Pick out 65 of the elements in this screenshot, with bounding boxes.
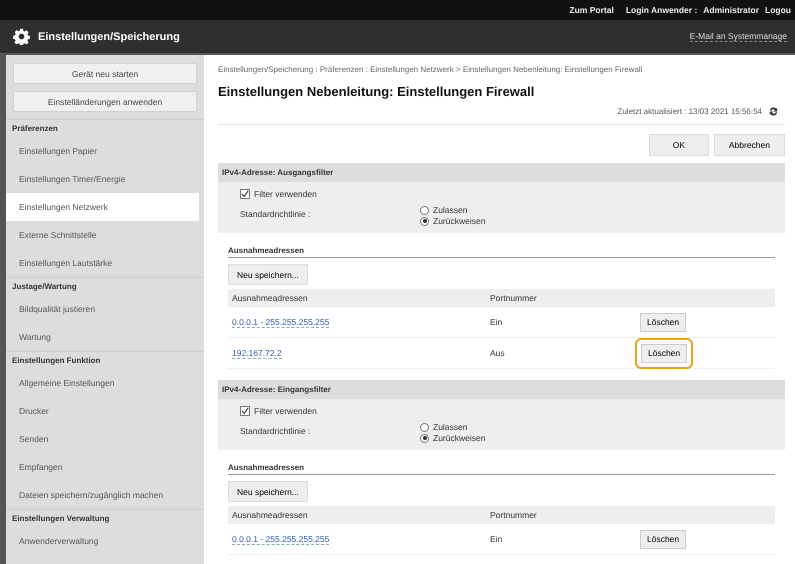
sidebar-item[interactable]: Senden xyxy=(6,425,175,453)
page-title: Einstellungen Nebenleitung: Einstellungen Firewall xyxy=(218,84,536,99)
sidebar-item[interactable]: Drucker xyxy=(6,397,175,425)
column-header: Ausnahmeadressen xyxy=(231,293,309,303)
sidebar-item[interactable]: Allgemeine Einstellungen xyxy=(6,369,175,397)
sidebar-item[interactable]: Einstellungen Netzwerk xyxy=(6,193,199,221)
table-cell-text: Aus xyxy=(490,348,506,358)
action-button[interactable]: OK xyxy=(648,134,709,156)
breadcrumb: Einstellungen/Speicherung : Präferenzen : Einstellungen Netzwerk > Einstellungen Nebenleitung: Einstellungen Firewall xyxy=(218,65,644,74)
address-link[interactable]: 0.0.0.1 - 255.255.255.255 xyxy=(232,317,330,328)
user-name: Administrator xyxy=(703,5,760,15)
email-link[interactable]: E-Mail an Systemmanage xyxy=(690,31,787,42)
radio-label: Zurückweisen xyxy=(433,433,486,443)
portal-link[interactable]: Zum Portal xyxy=(569,5,614,15)
radio-button[interactable] xyxy=(420,216,429,226)
table-cell-text: Ein xyxy=(490,317,504,327)
logout-link[interactable]: Logou xyxy=(765,5,791,15)
radio-label: Zulassen xyxy=(433,205,468,215)
refresh-icon[interactable] xyxy=(768,106,779,117)
gear-icon xyxy=(13,28,30,45)
sidebar-item[interactable]: Anwenderverwaltung xyxy=(6,527,175,555)
sidebar-item[interactable]: Einstellungen Papier xyxy=(6,137,175,165)
subsection-heading: Ausnahmeadressen xyxy=(228,246,775,258)
section-header: IPv4-Adresse: Ausgangsfilter xyxy=(218,163,785,182)
delete-button[interactable]: Löschen xyxy=(640,312,686,332)
sidebar-item[interactable]: Dateien speichern/zugänglich machen xyxy=(6,481,175,509)
action-button[interactable]: Abbrechen xyxy=(714,134,785,156)
checkbox[interactable] xyxy=(240,189,250,199)
radio-label: Zulassen xyxy=(433,422,468,432)
sidebar-item[interactable]: Einstellungen Timer/Energie xyxy=(6,165,175,193)
checkbox[interactable] xyxy=(240,406,250,416)
new-entry-button[interactable]: Neu speichern... xyxy=(228,481,308,502)
sidebar-heading: Justage/Wartung xyxy=(6,277,204,295)
section-header: IPv4-Adresse: Eingangsfilter xyxy=(218,380,785,399)
radio-label: Zurückweisen xyxy=(433,216,486,226)
sidebar-item[interactable]: Empfangen xyxy=(6,453,175,481)
sidebar-item[interactable]: Externe Schnittstelle xyxy=(6,221,175,249)
login-label: Login Anwender : xyxy=(626,5,698,15)
sidebar-heading: Einstellungen Verwaltung xyxy=(6,509,204,527)
sidebar-button[interactable]: Gerät neu starten xyxy=(13,63,197,84)
column-header: Portnummer xyxy=(490,510,538,520)
policy-label: Standardrichtlinie : xyxy=(240,208,312,221)
delete-button[interactable]: Löschen xyxy=(635,338,694,368)
sidebar-item[interactable]: Bildqualität justieren xyxy=(6,295,175,323)
subsection-heading: Ausnahmeadressen xyxy=(228,463,775,475)
address-link[interactable]: 0.0.0.1 - 255.255.255.255 xyxy=(232,534,330,545)
policy-label: Standardrichtlinie : xyxy=(240,425,312,438)
address-link[interactable]: 192.167.72.2 xyxy=(232,348,282,359)
new-entry-button[interactable]: Neu speichern... xyxy=(228,264,308,285)
sidebar-item[interactable]: Einstellungen Lautstärke xyxy=(6,249,175,277)
checkbox-label: Filter verwenden xyxy=(254,406,317,416)
table-cell-text: Ein xyxy=(490,534,504,544)
radio-button[interactable] xyxy=(420,434,429,442)
sidebar-button[interactable]: Einstelländerungen anwenden xyxy=(13,91,197,112)
radio-button[interactable] xyxy=(420,206,429,214)
sidebar-heading: Präferenzen xyxy=(6,119,204,137)
sidebar-item[interactable]: Wartung xyxy=(6,323,175,351)
sidebar-heading: Einstellungen Funktion xyxy=(6,351,204,369)
radio-button[interactable] xyxy=(420,422,429,432)
delete-button[interactable]: Löschen xyxy=(640,530,686,548)
checkbox-label: Filter verwenden xyxy=(254,189,317,199)
last-updated-text: Zuletzt aktualisiert : 13/03 2021 15:56:54 xyxy=(617,107,762,116)
column-header: Ausnahmeadressen xyxy=(231,510,309,520)
page-header-title: Einstellungen/Speicherung xyxy=(38,30,180,42)
column-header: Portnummer xyxy=(490,293,538,303)
